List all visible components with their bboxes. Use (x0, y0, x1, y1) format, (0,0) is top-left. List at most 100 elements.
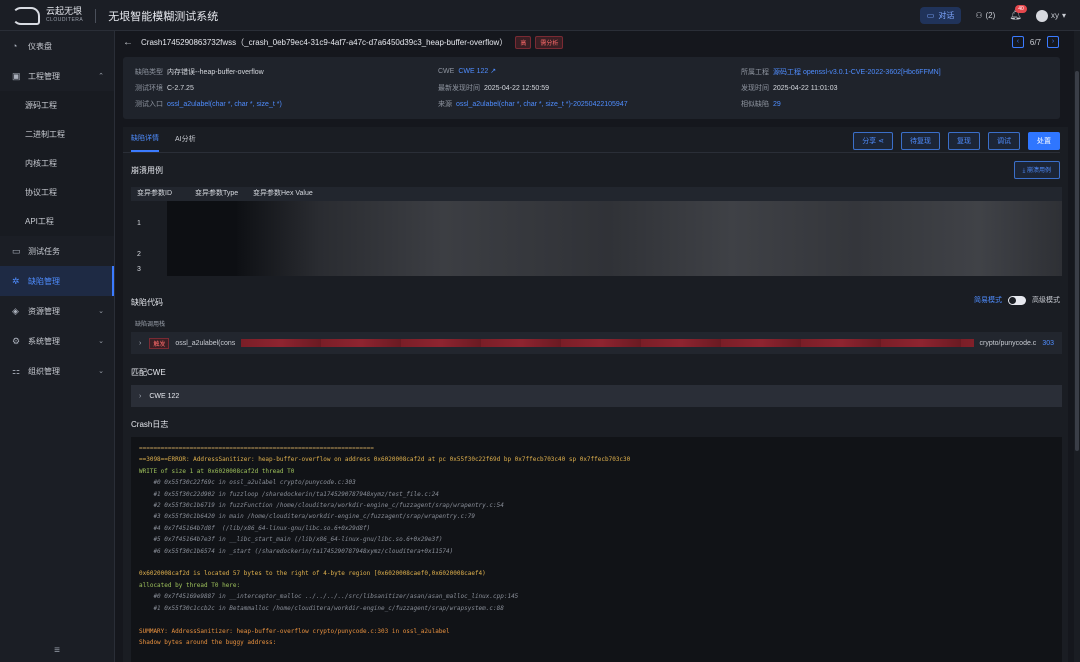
chevron-right-icon: › (139, 392, 142, 400)
chevron-down-icon: ▾ (1061, 11, 1066, 20)
log-line: SUMMARY: AddressSanitizer: heap-buffer-o… (139, 627, 450, 635)
crash-log: ========================================… (131, 437, 1062, 662)
org-icon: ⚏ (12, 365, 21, 376)
sidebar-sub-protocol[interactable]: 协议工程 (0, 178, 114, 207)
external-link-icon[interactable]: ↗ (488, 68, 496, 75)
redacted-hex-value (237, 201, 1062, 246)
sidebar-item-dashboard[interactable]: ◔ 仪表盘 (0, 31, 114, 61)
logo-cn: 云起无垠 (46, 6, 83, 16)
tab-divider (123, 152, 1060, 153)
sidebar-item-system[interactable]: ⚙ 系统管理 ⌄ (0, 326, 114, 356)
log-line: #3 0x55f30c1b6420 in main /home/cloudite… (139, 513, 475, 521)
stack-file: crypto/punycode.c (979, 339, 1037, 347)
dashboard-icon: ◔ (12, 41, 18, 51)
top-bar: 云起无垠 CLOUDITERA 无垠智能模糊测试系统 ▭ 对话 ⚇ (2) 🔔︎… (0, 0, 1080, 31)
sidebar-sub-binary[interactable]: 二进制工程 (0, 120, 114, 149)
sidebar-item-resources[interactable]: ◈ 资源管理 ⌄ (0, 296, 114, 326)
mode-toggle[interactable] (1008, 295, 1026, 305)
scrollbar-thumb[interactable] (1075, 71, 1079, 451)
debug-button[interactable]: 调试 (988, 132, 1020, 150)
mutation-table: 变异参数ID 变异参数Type 变异参数Hex Value 1 2 3 (131, 187, 1062, 276)
cwe-item[interactable]: › CWE 122 (131, 385, 1062, 407)
col-header-type: 变异参数Type (195, 190, 239, 197)
logo-mark-icon (12, 7, 40, 25)
trigger-badge: 触发 (149, 337, 170, 349)
user-menu[interactable]: xy ▾ (1035, 9, 1066, 22)
prev-page-icon[interactable]: ‹ (1011, 36, 1024, 48)
tab-defect-detail[interactable]: 缺陷详情 (131, 126, 159, 152)
resource-icon: ◈ (12, 305, 19, 316)
test-entry-link[interactable]: ossl_a2ulabel(char *, char *, size_t *) (167, 101, 282, 108)
crash-case-button[interactable]: ⤓ 崩溃用例 (1013, 161, 1060, 179)
project-icon: ▣ (12, 70, 21, 81)
log-line: #2 0x55f30c1b6719 in fuzzFunction /home/… (139, 502, 504, 510)
log-line: Shadow bytes around the buggy address: (139, 638, 277, 646)
system-title: 无垠智能模糊测试系统 (108, 11, 219, 23)
log-line: ==3098==ERROR: AddressSanitizer: heap-bu… (139, 456, 631, 464)
collapse-menu-icon[interactable]: ≡ (0, 645, 114, 656)
logo-divider (95, 9, 97, 23)
page-title: Crash1745290863732fwss（_crash_0eb79ec4-3… (141, 37, 508, 47)
dispose-button[interactable]: 处置 (1028, 132, 1060, 150)
notification-button[interactable]: 🔔︎ 40 (1009, 5, 1027, 21)
simple-mode-label: 简易模式 (974, 297, 1002, 304)
severity-badge: 高 (515, 35, 532, 49)
chevron-down-icon: ⌄ (98, 338, 104, 345)
stack-frame[interactable]: › 触发 ossl_a2ulabel(cons crypto/punycode.… (131, 332, 1062, 354)
share-button[interactable]: 分享 ⋖ (853, 132, 893, 150)
notification-badge: 40 (1015, 5, 1027, 13)
chevron-right-icon: › (139, 339, 142, 347)
table-row[interactable]: 1 (131, 201, 1062, 246)
main-content: ← Crash1745290863732fwss（_crash_0eb79ec4… (115, 31, 1080, 662)
logo[interactable]: 云起无垠 CLOUDITERA 无垠智能模糊测试系统 (12, 7, 218, 25)
team-button[interactable]: ⚇ (2) (975, 11, 995, 20)
stack-line-link[interactable]: 303 (1042, 340, 1054, 347)
chat-icon: ▭ (926, 11, 935, 20)
log-line: #6 0x55f30c1b6574 in _start (/sharedocke… (139, 547, 454, 555)
sidebar-item-projects[interactable]: ▣ 工程管理 ⌃ (0, 61, 114, 91)
log-line: WRITE of size 1 at 0x6020008caf2d thread… (139, 467, 295, 475)
sidebar-item-org[interactable]: ⚏ 组织管理 ⌄ (0, 356, 114, 386)
table-row[interactable]: 3 (131, 262, 1062, 276)
pager: ‹ 6/7 › (1011, 36, 1059, 48)
project-link[interactable]: 源码工程 openssl-v3.0.1-CVE-2022-3602[Hbc6FF… (773, 69, 941, 76)
source-link[interactable]: ossl_a2ulabel(char *, char *, size_t *)-… (456, 101, 628, 108)
crash-log-title: Crash日志 (131, 420, 169, 429)
crash-case-title: 崩溃用例 (131, 166, 163, 175)
table-row[interactable]: 2 (131, 246, 1062, 262)
info-card: 缺陷类型 内存错误--heap-buffer-overflow 测试环境 C-2.7… (123, 57, 1060, 119)
col-header-hex: 变异参数Hex Value (253, 190, 313, 197)
similar-defects-link[interactable]: 29 (773, 101, 781, 108)
col-header-id: 变异参数ID (137, 190, 172, 197)
sidebar-sub-kernel[interactable]: 内核工程 (0, 149, 114, 178)
sidebar-item-tasks[interactable]: ▭ 测试任务 (0, 236, 114, 266)
log-line: allocated by thread T0 here: (139, 581, 241, 589)
detail-panel: 缺陷详情 AI分析 分享 ⋖ 待复现 复现 调试 处置 崩溃用例 ⤓ 崩溃用例 … (123, 127, 1068, 662)
cwe-link[interactable]: CWE 122 (458, 68, 488, 75)
next-page-icon[interactable]: › (1047, 36, 1059, 48)
avatar (1035, 9, 1048, 22)
stack-label: 缺陷调用栈 (135, 322, 166, 328)
defect-code-title: 缺陷代码 (131, 298, 163, 307)
cwe-section-title: 匹配CWE (131, 368, 166, 377)
log-line: #1 0x55f30c22d902 in fuzzloop /sharedock… (139, 490, 439, 498)
chat-button[interactable]: ▭ 对话 (919, 7, 962, 24)
defect-type: 内存错误--heap-buffer-overflow (167, 69, 264, 76)
tab-ai-analysis[interactable]: AI分析 (175, 127, 196, 151)
logo-en: CLOUDITERA (46, 17, 84, 23)
pending-reproduce-button[interactable]: 待复现 (901, 132, 940, 150)
redacted-args (241, 339, 974, 347)
sidebar-sub-source[interactable]: 源码工程 (0, 91, 114, 120)
status-badge: 需分析 (535, 35, 564, 49)
sidebar-sub-api[interactable]: API工程 (0, 207, 114, 236)
back-arrow-icon[interactable]: ← (123, 37, 133, 48)
scrollbar[interactable] (1074, 31, 1080, 662)
sidebar: ◔ 仪表盘 ▣ 工程管理 ⌃ 源码工程 二进制工程 内核工程 协议工程 API工… (0, 31, 115, 662)
sidebar-item-bugs[interactable]: ✲ 缺陷管理 (0, 266, 114, 296)
task-icon: ▭ (12, 245, 21, 256)
bug-icon: ✲ (12, 275, 20, 286)
settings-icon: ⚙ (12, 335, 21, 346)
reproduce-button[interactable]: 复现 (948, 132, 980, 150)
